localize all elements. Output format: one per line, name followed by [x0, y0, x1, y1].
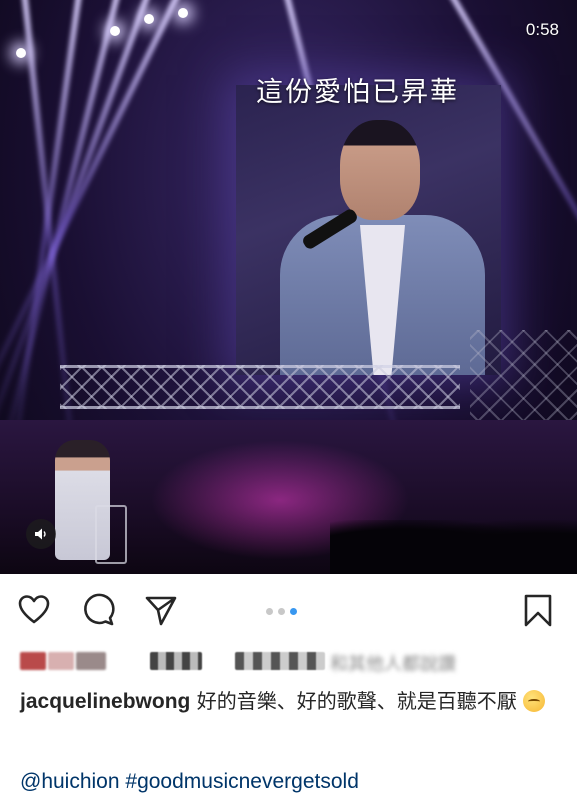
pixelated-username — [150, 652, 202, 670]
pixelated-username — [235, 652, 325, 670]
blurred-avatar — [48, 652, 74, 670]
carousel-indicator — [266, 608, 297, 615]
stage-spotlight — [178, 8, 188, 18]
post-action-bar — [0, 586, 577, 636]
audience-silhouette — [330, 520, 577, 574]
mention-link[interactable]: @huichion — [20, 770, 120, 793]
carousel-dot — [278, 608, 285, 615]
bookmark-icon — [524, 594, 552, 627]
caption-tags: @huichion #goodmusicnevergetsold — [20, 770, 359, 794]
hashtag-link[interactable]: #goodmusicnevergetsold — [125, 770, 358, 793]
lyric-subtitle: 這份愛怕已昇華 — [256, 77, 459, 108]
blurred-avatar — [20, 652, 46, 670]
likes-summary[interactable]: 和其他人都說讚 — [20, 648, 460, 675]
stage-spotlight — [16, 48, 26, 58]
speaker-icon — [35, 528, 46, 540]
carousel-dot — [266, 608, 273, 615]
heart-icon — [18, 595, 50, 624]
share-button[interactable] — [143, 592, 179, 628]
carousel-dot-active — [290, 608, 297, 615]
stage-spotlight — [110, 26, 120, 36]
post-caption: jacquelinebwong 好的音樂、好的歌聲、就是百聽不厭 — [20, 686, 560, 717]
post-video[interactable]: 這份愛怕已昇華 0:58 — [0, 0, 577, 574]
singer-head — [340, 120, 420, 220]
stage-truss — [60, 365, 460, 409]
comment-icon — [84, 593, 115, 626]
comment-button[interactable] — [80, 592, 116, 628]
video-time-remaining: 0:58 — [525, 20, 559, 39]
stage-chair — [95, 505, 127, 564]
like-button[interactable] — [16, 592, 52, 628]
mute-button[interactable] — [26, 519, 56, 549]
instagram-post: 這份愛怕已昇華 0:58 和其他人都說讚 jacquelinebwong 好的音… — [0, 0, 577, 800]
save-button[interactable] — [520, 592, 556, 628]
relieved-face-emoji-icon — [522, 690, 545, 712]
likes-text: 和其他人都說讚 — [330, 654, 456, 675]
caption-text: 好的音樂、好的歌聲、就是百聽不厭 — [190, 689, 517, 713]
blurred-avatar — [76, 652, 106, 670]
stage-spotlight — [144, 14, 154, 24]
paper-plane-icon — [145, 596, 177, 626]
caption-username[interactable]: jacquelinebwong — [20, 690, 190, 713]
